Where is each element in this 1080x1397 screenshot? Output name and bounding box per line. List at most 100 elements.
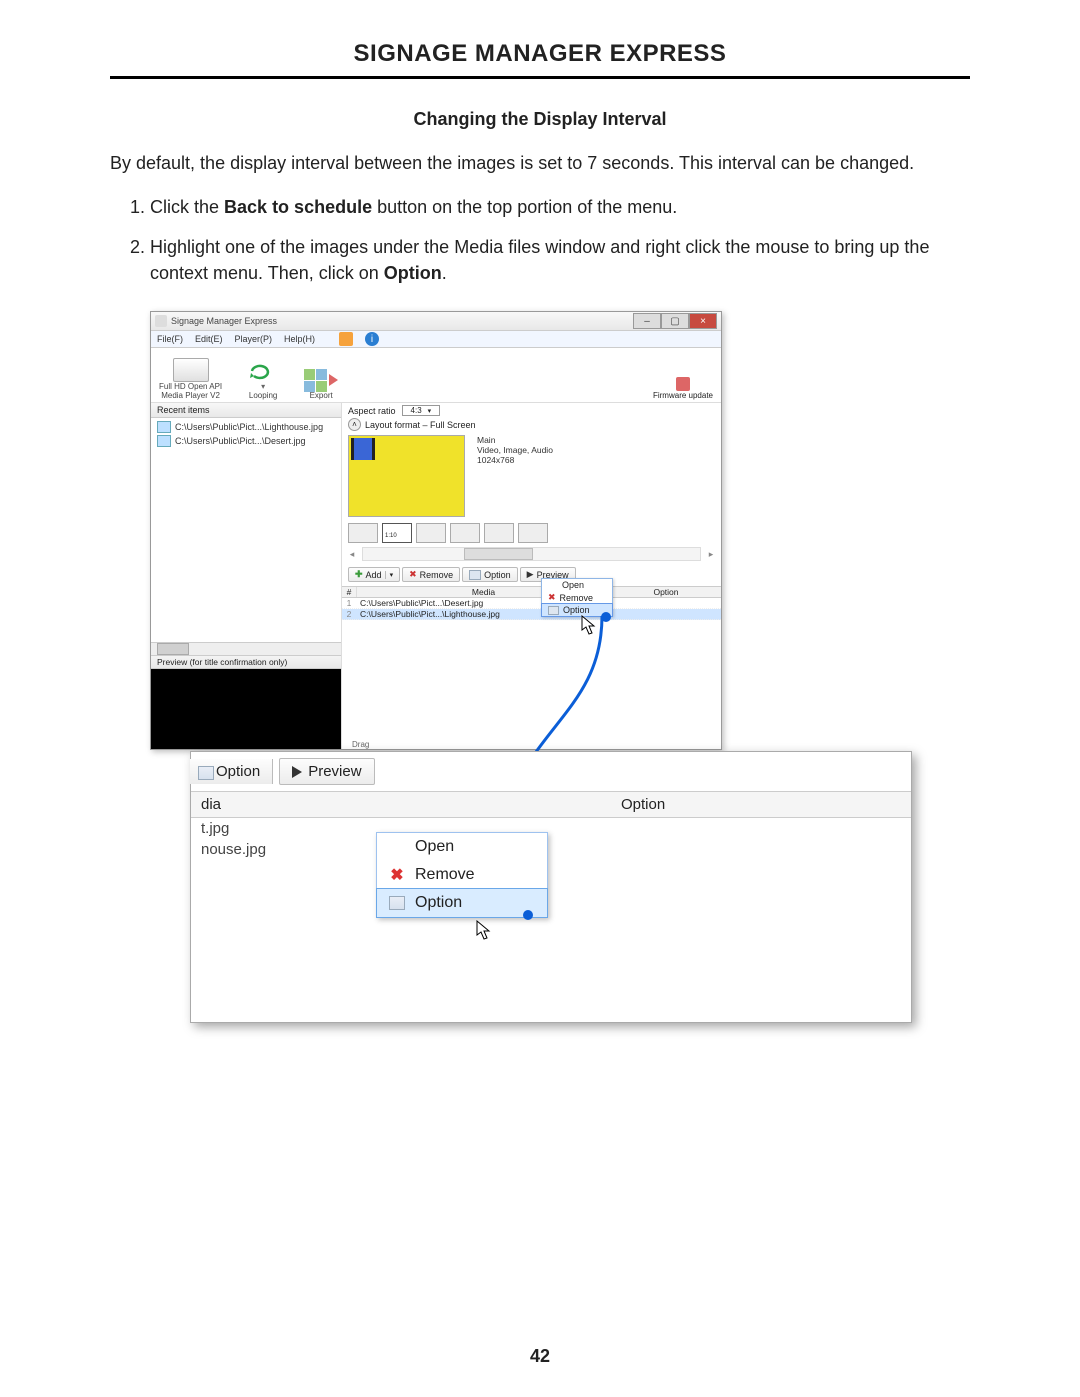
steps-list: Click the Back to schedule button on the… <box>110 194 970 286</box>
layout-template[interactable] <box>348 523 378 543</box>
ctx-remove[interactable]: ✖ Remove <box>377 861 547 889</box>
intro-paragraph: By default, the display interval between… <box>110 150 970 176</box>
toolbar-label: Media Player V2 <box>161 391 220 400</box>
window-title: Signage Manager Express <box>171 316 277 326</box>
zone-name: Main <box>477 435 553 445</box>
button-label: Remove <box>420 570 454 580</box>
video-clip-icon <box>351 438 375 460</box>
button-label: Option <box>484 570 511 580</box>
maximize-button[interactable]: ▢ <box>661 313 689 329</box>
right-panel: Aspect ratio 4:3 ˄ Layout format – Full … <box>342 403 721 749</box>
media-player-button[interactable]: Full HD Open API Media Player V2 <box>159 358 222 400</box>
add-button[interactable]: ✚Add▾ <box>348 567 400 582</box>
image-file-icon <box>157 435 171 447</box>
option-icon <box>389 895 405 911</box>
blank-icon <box>389 839 405 855</box>
zone-types: Video, Image, Audio <box>477 445 553 455</box>
ctx-open[interactable]: Open <box>377 833 547 861</box>
looping-button[interactable]: ▾ Looping <box>246 360 280 400</box>
close-button[interactable]: × <box>689 313 717 329</box>
step-bold: Option <box>384 263 442 283</box>
rss-icon[interactable] <box>339 332 353 346</box>
remove-button[interactable]: ✖Remove <box>402 567 460 582</box>
preview-area <box>151 669 341 749</box>
layout-template-selected[interactable]: 1:10 <box>382 523 412 543</box>
context-menu-zoom: Open ✖ Remove Option <box>376 832 548 918</box>
help-icon[interactable]: i <box>365 332 379 346</box>
ctx-open[interactable]: Open <box>542 579 612 591</box>
step-2: Highlight one of the images under the Me… <box>150 234 970 286</box>
button-label: Option <box>216 763 260 780</box>
layout-templates-row: 1:10 <box>342 521 721 545</box>
recent-items-header: Recent items <box>151 403 341 418</box>
menu-edit[interactable]: Edit(E) <box>195 334 223 344</box>
menu-label: Remove <box>415 866 475 884</box>
option-icon <box>548 606 559 615</box>
aspect-ratio-select[interactable]: 4:3 <box>402 405 441 416</box>
menu-file[interactable]: File(F) <box>157 334 183 344</box>
button-label: Preview <box>308 763 361 780</box>
toolbar-label: Export <box>310 391 333 400</box>
menu-label: Remove <box>560 593 594 603</box>
toolbar-label: Full HD Open API <box>159 382 222 391</box>
step-bold: Back to schedule <box>224 197 372 217</box>
recent-item[interactable]: C:\Users\Public\Pict...\Desert.jpg <box>151 434 341 448</box>
menu-player[interactable]: Player(P) <box>235 334 273 344</box>
layout-template[interactable] <box>518 523 548 543</box>
image-file-icon <box>157 421 171 433</box>
preview-header: Preview (for title confirmation only) <box>151 655 341 669</box>
cursor-icon <box>581 615 597 635</box>
layout-info: Main Video, Image, Audio 1024x768 <box>477 435 553 517</box>
media-row[interactable]: 1C:\Users\Public\Pict...\Desert.jpg <box>342 598 721 609</box>
layout-template[interactable] <box>484 523 514 543</box>
play-icon: ▶ <box>527 569 534 580</box>
export-icon <box>304 369 338 391</box>
layout-template[interactable] <box>450 523 480 543</box>
zoom-table-header: dia Option <box>191 792 911 818</box>
option-icon <box>469 570 481 580</box>
layout-preview-thumb[interactable] <box>348 435 465 517</box>
option-button[interactable]: Option <box>462 567 518 582</box>
option-icon <box>198 766 210 778</box>
collapse-toggle-icon[interactable]: ˄ <box>348 418 361 431</box>
minimize-button[interactable]: – <box>633 313 661 329</box>
page-number: 42 <box>0 1346 1080 1367</box>
play-icon <box>292 766 302 778</box>
title-bar: Signage Manager Express – ▢ × <box>151 312 721 331</box>
zoom-row[interactable]: nouse.jpg <box>191 839 911 860</box>
callout-dot <box>523 910 533 920</box>
menu-label: Open <box>415 838 454 856</box>
zone-resolution: 1024x768 <box>477 455 553 465</box>
zoom-row[interactable]: t.jpg <box>191 818 911 839</box>
recent-items-list: C:\Users\Public\Pict...\Lighthouse.jpg C… <box>151 418 341 642</box>
horizontal-scrollbar[interactable] <box>151 642 341 655</box>
drive-icon <box>173 358 209 382</box>
export-button[interactable]: Export <box>304 369 338 400</box>
menu-label: Option <box>415 894 462 912</box>
layout-badge: 1:10 <box>385 533 397 539</box>
toolbar: Full HD Open API Media Player V2 ▾ Loopi… <box>151 348 721 403</box>
media-toolbar: ✚Add▾ ✖Remove Option ▶Preview <box>342 563 721 586</box>
file-path: C:\Users\Public\Pict...\Desert.jpg <box>175 436 306 446</box>
toolbar-label: Firmware update <box>653 391 713 400</box>
layout-format-label: Layout format – Full Screen <box>365 420 476 430</box>
preview-button-zoom[interactable]: Preview <box>279 758 374 785</box>
layout-template[interactable] <box>416 523 446 543</box>
option-button-zoom[interactable]: Option <box>190 759 273 784</box>
layout-scrollbar[interactable] <box>362 547 701 561</box>
recent-item[interactable]: C:\Users\Public\Pict...\Lighthouse.jpg <box>151 420 341 434</box>
app-icon <box>155 315 167 327</box>
app-window: Signage Manager Express – ▢ × File(F) Ed… <box>150 311 722 750</box>
plus-icon: ✚ <box>355 569 363 580</box>
loop-icon <box>246 360 280 382</box>
toolbar-label: Looping <box>249 391 277 400</box>
menu-label: Option <box>563 605 590 615</box>
remove-icon: ✖ <box>389 867 405 883</box>
media-row[interactable]: 2C:\Users\Public\Pict...\Lighthouse.jpg <box>342 609 721 620</box>
menu-help[interactable]: Help(H) <box>284 334 315 344</box>
firmware-update-button[interactable]: Firmware update <box>653 377 713 400</box>
col-media-fragment: dia <box>191 792 611 817</box>
zoom-panel: Option Preview dia Option t.jpg nouse.jp… <box>190 751 912 1023</box>
media-table-header: # Media Option <box>342 586 721 598</box>
section-title: Changing the Display Interval <box>110 109 970 130</box>
